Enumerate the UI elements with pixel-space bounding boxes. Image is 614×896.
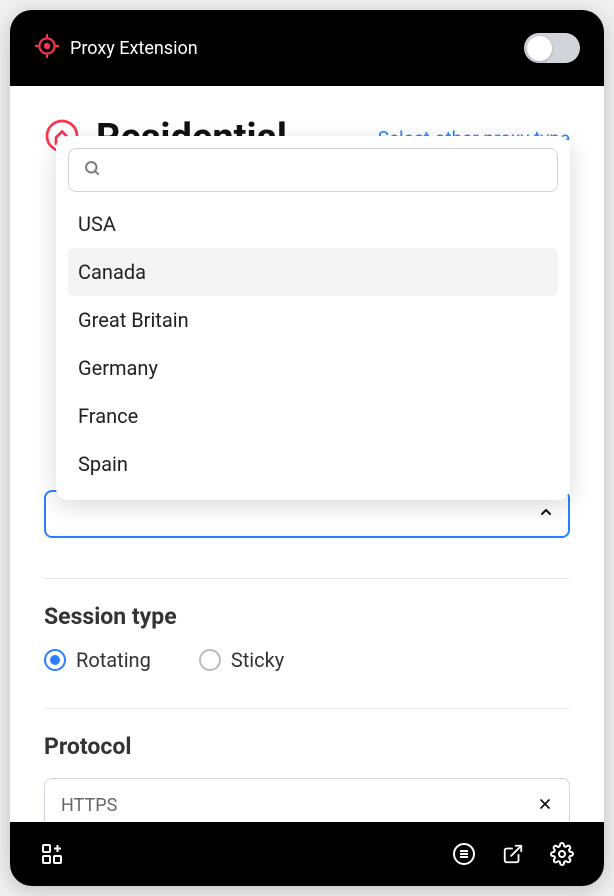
list-item[interactable]: Germany <box>68 344 558 392</box>
session-type-section: Session type Rotating Sticky <box>44 578 570 672</box>
list-item[interactable]: Spain <box>68 440 558 488</box>
location-dropdown-panel: USA Canada Great Britain Germany France … <box>56 136 570 500</box>
power-toggle[interactable] <box>524 33 580 63</box>
list-icon[interactable] <box>452 842 476 866</box>
list-item[interactable]: USA <box>68 200 558 248</box>
chevron-up-icon <box>538 504 554 524</box>
location-search-input[interactable] <box>109 161 543 179</box>
radio-indicator <box>199 649 221 671</box>
list-item[interactable]: Great Britain <box>68 296 558 344</box>
search-icon <box>83 159 101 181</box>
protocol-select[interactable]: HTTPS <box>44 778 570 822</box>
main-content: Residential Select other proxy type USA … <box>10 86 604 822</box>
header-left: Proxy Extension <box>34 33 198 63</box>
session-type-radios: Rotating Sticky <box>44 648 570 672</box>
widgets-icon[interactable] <box>40 842 64 866</box>
protocol-value: HTTPS <box>61 795 117 816</box>
brand-icon <box>34 33 60 63</box>
app-header: Proxy Extension <box>10 10 604 86</box>
header-title: Proxy Extension <box>70 38 198 59</box>
external-link-icon[interactable] <box>502 842 524 866</box>
radio-label: Sticky <box>231 648 284 672</box>
protocol-title: Protocol <box>44 733 570 760</box>
protocol-section: Protocol HTTPS <box>44 708 570 822</box>
list-item[interactable]: France <box>68 392 558 440</box>
location-search-box[interactable] <box>68 148 558 192</box>
radio-sticky[interactable]: Sticky <box>199 648 284 672</box>
close-icon[interactable] <box>537 793 553 817</box>
radio-rotating[interactable]: Rotating <box>44 648 151 672</box>
gear-icon[interactable] <box>550 842 574 866</box>
radio-indicator <box>44 649 66 671</box>
radio-label: Rotating <box>76 648 151 672</box>
session-type-title: Session type <box>44 603 570 630</box>
location-list: USA Canada Great Britain Germany France … <box>68 200 558 488</box>
list-item[interactable]: Canada <box>68 248 558 296</box>
bottom-nav <box>10 822 604 886</box>
